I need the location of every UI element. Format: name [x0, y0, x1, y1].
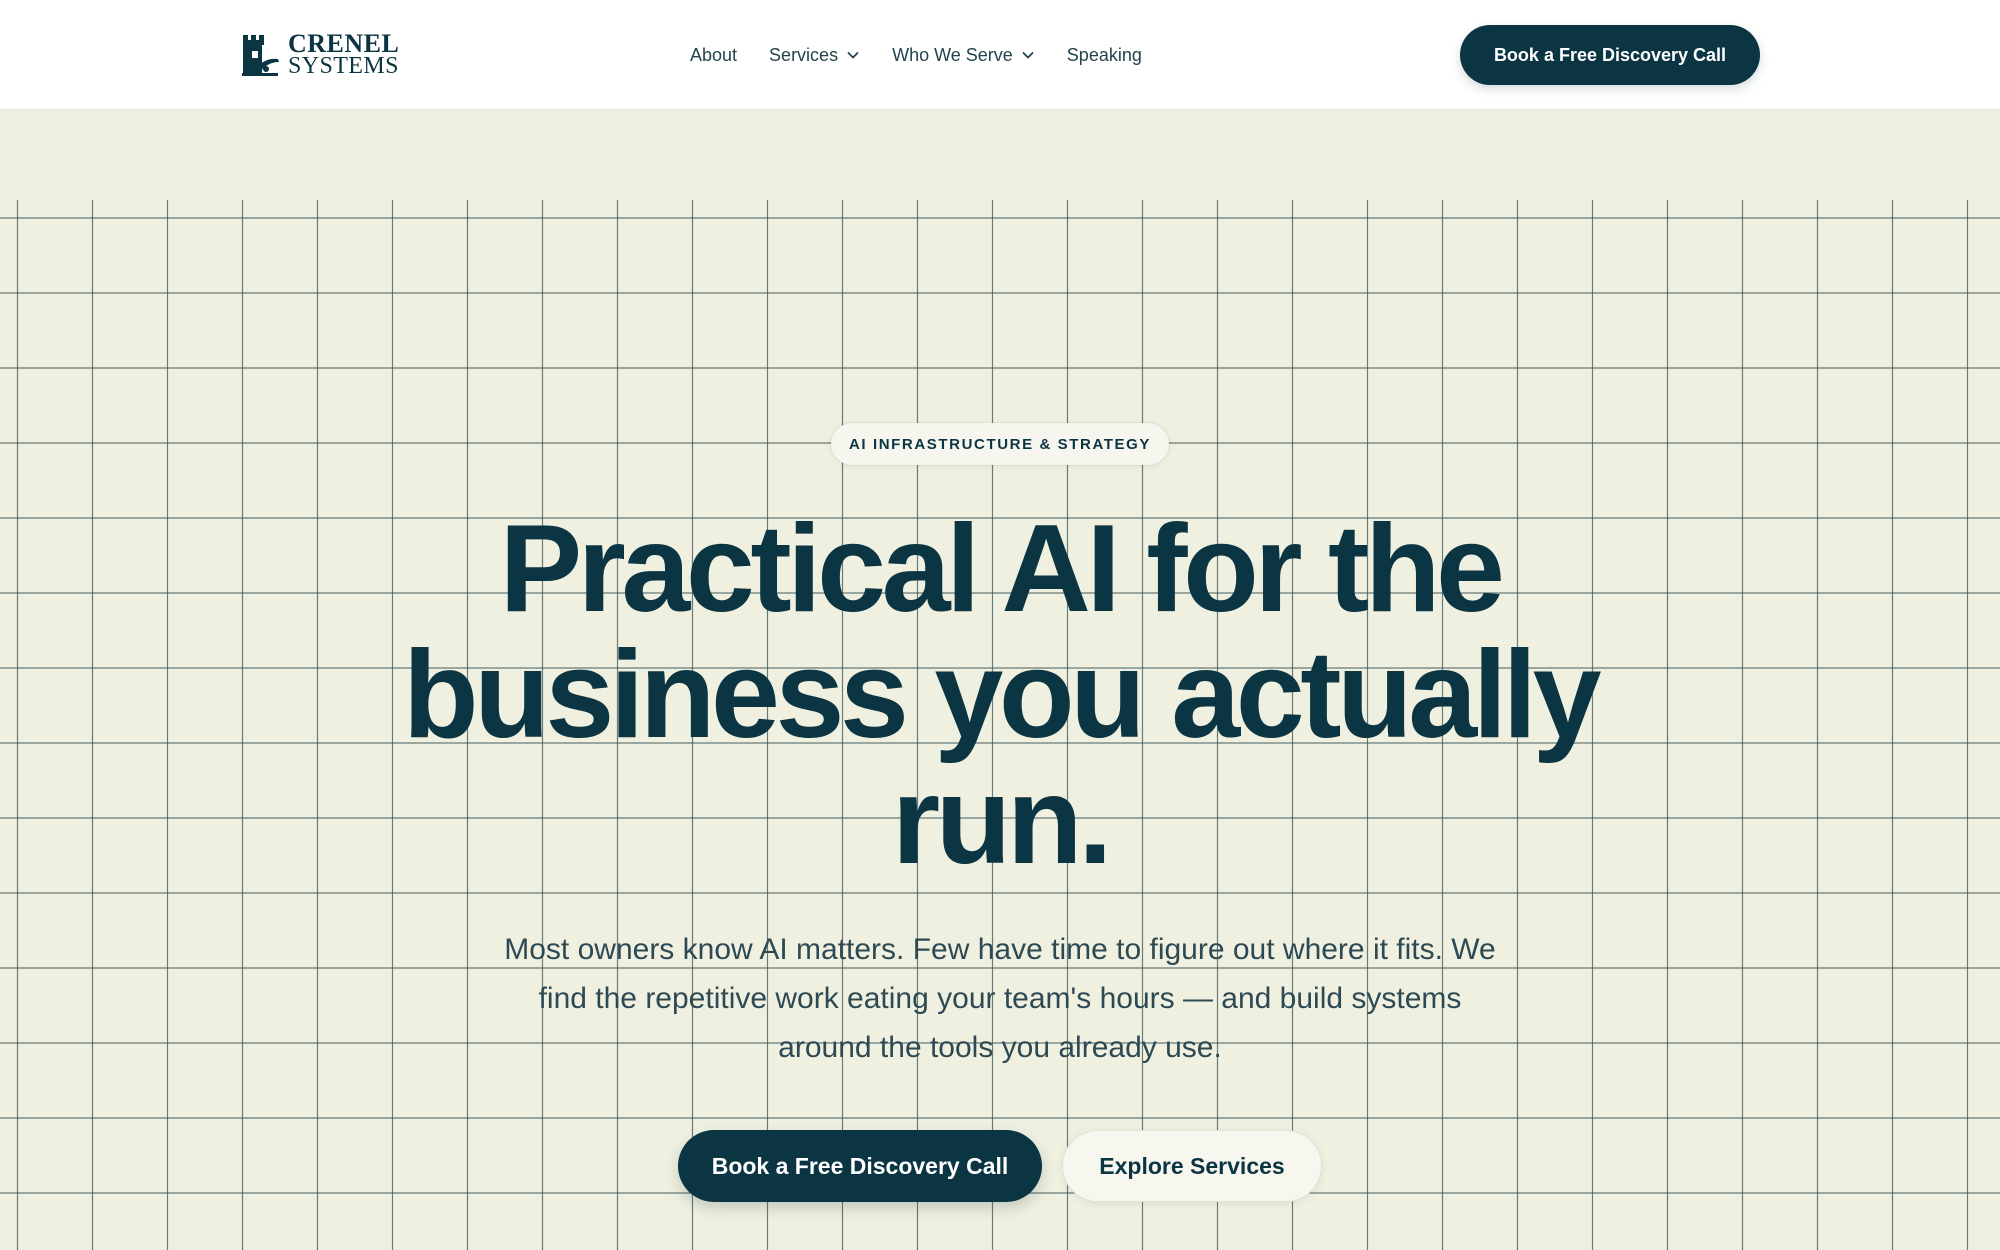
nav-item-label: Services: [769, 44, 839, 65]
nav-item-services[interactable]: Services: [769, 45, 860, 66]
page: CRENEL SYSTEMS About Services Who We Ser…: [0, 0, 2000, 1250]
nav-item-label: Who We Serve: [892, 44, 1013, 65]
nav-item-label: Speaking: [1066, 44, 1142, 65]
brand-name-line2: SYSTEMS: [288, 53, 399, 79]
chevron-down-icon: [847, 52, 859, 59]
hero-discovery-call-button[interactable]: Book a Free Discovery Call: [678, 1130, 1042, 1202]
nav-item-label: About: [690, 44, 738, 65]
brand-name-line1: CRENEL: [288, 29, 400, 58]
hero-subtext: Most owners know AI matters. Few have ti…: [504, 933, 1496, 1064]
nav-item-who-we-serve[interactable]: Who We Serve: [892, 45, 1035, 66]
nav-item-speaking[interactable]: Speaking: [1067, 45, 1142, 66]
chevron-down-icon: [1022, 52, 1034, 59]
nav-item-about[interactable]: About: [690, 45, 737, 66]
explore-services-button[interactable]: Explore Services: [1062, 1130, 1322, 1202]
site-header: CRENEL SYSTEMS About Services Who We Ser…: [0, 0, 2000, 110]
header-discovery-call-button[interactable]: Book a Free Discovery Call: [1460, 25, 1760, 85]
brand-wordmark: CRENEL SYSTEMS: [288, 29, 400, 79]
brand-logo[interactable]: CRENEL SYSTEMS: [240, 29, 400, 79]
hero-eyebrow-badge: AI INFRASTRUCTURE & STRATEGY: [831, 423, 1169, 465]
hero-headline: Practical AI for the business you actual…: [402, 500, 1602, 890]
castle-tower-icon: [242, 35, 279, 76]
main-nav: About Services Who We Serve Speaking: [690, 38, 1142, 72]
